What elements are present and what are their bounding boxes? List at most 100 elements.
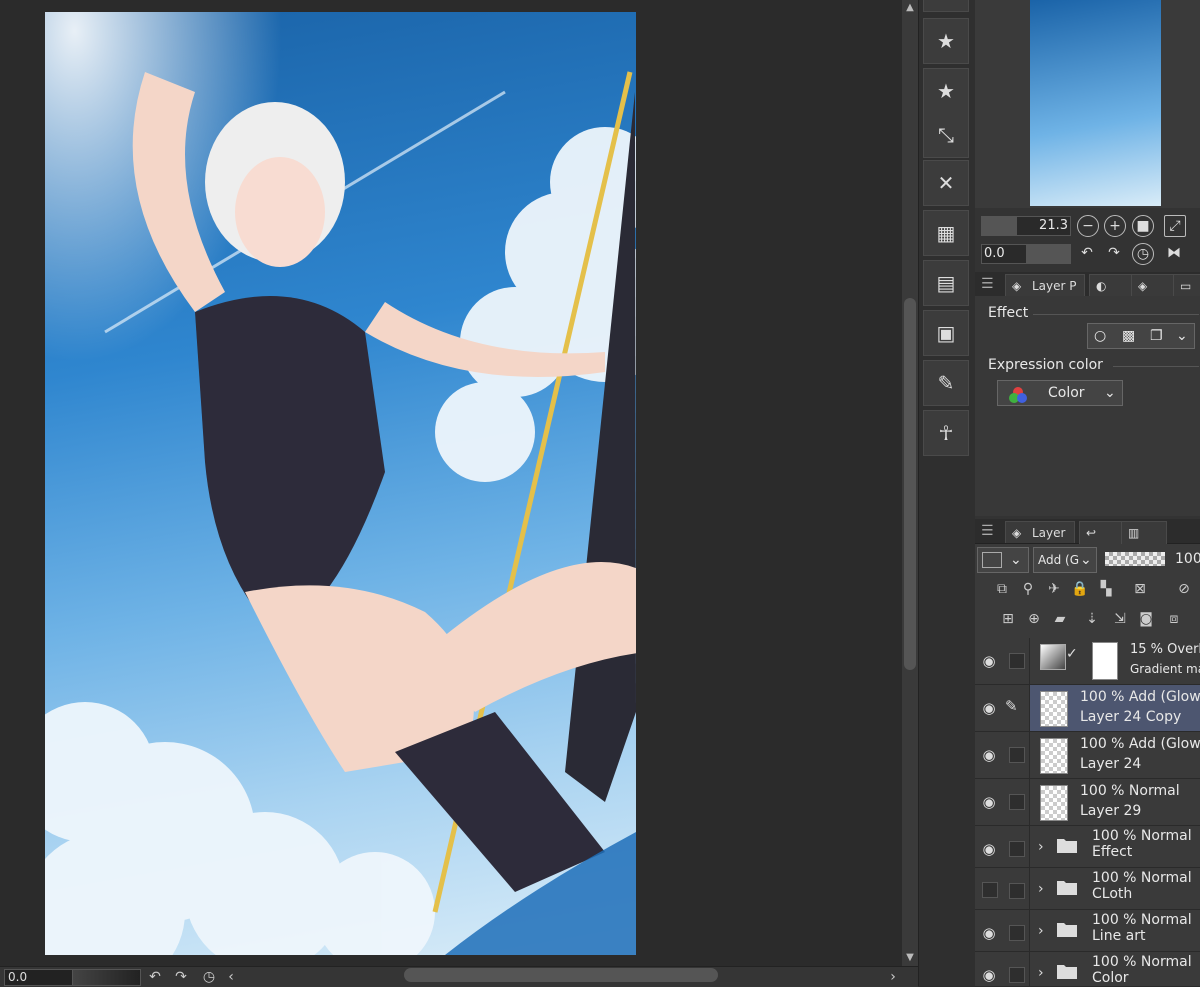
effect-selector[interactable]: ○ ▩ ❐ ⌄ bbox=[1087, 323, 1195, 349]
layer-info[interactable]: 100 % Normal Layer 29 bbox=[1029, 779, 1200, 825]
tool-button-top[interactable] bbox=[923, 0, 969, 12]
layer-select-checkbox[interactable] bbox=[1009, 883, 1025, 899]
reference-icon[interactable]: ⚲ bbox=[1019, 580, 1037, 598]
apply-mask-icon[interactable]: ⧈ bbox=[1165, 610, 1183, 628]
rotate-right-icon[interactable]: ↷ bbox=[172, 968, 190, 986]
scroll-right-icon[interactable]: › bbox=[884, 968, 902, 986]
canvas-rotation-slider[interactable] bbox=[72, 969, 141, 986]
lock-transparency-icon[interactable]: ▚ bbox=[1097, 580, 1115, 598]
rotate-left-icon[interactable]: ↶ bbox=[1077, 243, 1097, 263]
chevron-right-icon[interactable]: › bbox=[1038, 965, 1044, 981]
material-folder-button[interactable]: ★ ⤡ bbox=[923, 68, 969, 158]
rotate-left-icon[interactable]: ↶ bbox=[146, 968, 164, 986]
visibility-off-checkbox[interactable] bbox=[982, 882, 998, 898]
layer-row[interactable]: ◉ 100 % Add (Glow) Layer 24 bbox=[975, 732, 1200, 779]
new-folder-icon[interactable]: ▰ bbox=[1051, 610, 1069, 628]
layer-info[interactable]: › 100 % Normal Color bbox=[1029, 952, 1200, 986]
lock-icon[interactable]: 🔒 bbox=[1071, 580, 1089, 598]
expression-color-dropdown[interactable]: Color ⌄ bbox=[997, 380, 1123, 406]
new-vector-layer-icon[interactable]: ⊕ bbox=[1025, 610, 1043, 628]
reset-rotation-icon[interactable]: ◷ bbox=[1132, 243, 1154, 265]
chevron-right-icon[interactable]: › bbox=[1038, 839, 1044, 855]
canvas-area[interactable] bbox=[0, 0, 900, 966]
layer-folder-row[interactable]: ◉ › 100 % Normal Effect bbox=[975, 826, 1200, 868]
tab-tool-property[interactable]: ◈ bbox=[1131, 274, 1177, 297]
opacity-value[interactable]: 100 bbox=[1175, 551, 1200, 567]
vertical-scroll-thumb[interactable] bbox=[904, 298, 916, 670]
star-folder-icon[interactable]: ★ bbox=[923, 18, 969, 64]
transfer-down-icon[interactable]: ⇣ bbox=[1083, 610, 1101, 628]
eye-icon[interactable]: ◉ bbox=[979, 792, 999, 812]
figure-folder-icon[interactable]: ☥ bbox=[923, 410, 969, 456]
fit-icon[interactable]: ⤢ bbox=[1164, 215, 1186, 237]
flip-horizontal-icon[interactable]: ⧓ bbox=[1164, 243, 1184, 263]
ruler-disable-icon[interactable]: ⊘ bbox=[1175, 580, 1193, 598]
layer-info[interactable]: 100 % Add (Glow) Layer 24 bbox=[1029, 732, 1200, 778]
layer-select-checkbox[interactable] bbox=[1009, 841, 1025, 857]
layer-select-checkbox[interactable] bbox=[1009, 925, 1025, 941]
image-folder-icon[interactable]: ▣ bbox=[923, 310, 969, 356]
menu-icon[interactable]: ☰ bbox=[981, 522, 995, 540]
layer-info[interactable]: › 100 % Normal Effect bbox=[1029, 826, 1200, 867]
layer-info[interactable]: ✓ 15 % Overla Gradient map bbox=[1029, 638, 1200, 684]
rotation-slider[interactable]: 0.0 bbox=[981, 244, 1071, 264]
layer-folder-row[interactable]: ◉ › 100 % Normal Line art bbox=[975, 910, 1200, 952]
layer-row[interactable]: ◉ ✓ 15 % Overla Gradient map bbox=[975, 638, 1200, 685]
layer-row[interactable]: ◉ ✎ 100 % Add (Glow) Layer 24 Copy bbox=[975, 685, 1200, 732]
zoom-in-icon[interactable]: + bbox=[1104, 215, 1126, 237]
tab-more[interactable]: ▭ bbox=[1173, 274, 1200, 297]
blend-mode-dropdown[interactable]: Add (G ⌄ bbox=[1033, 547, 1097, 573]
eye-icon[interactable]: ◉ bbox=[979, 651, 999, 671]
tab-history[interactable]: ↩ bbox=[1079, 521, 1125, 544]
eye-icon[interactable]: ◉ bbox=[979, 745, 999, 765]
tab-animation[interactable]: ▥ bbox=[1121, 521, 1167, 544]
merge-down-icon[interactable]: ⇲ bbox=[1111, 610, 1129, 628]
reset-rotation-icon[interactable]: ◷ bbox=[200, 968, 218, 986]
scroll-down-icon[interactable]: ▼ bbox=[902, 950, 918, 966]
pattern-folder-icon[interactable]: ▦ bbox=[923, 210, 969, 256]
eye-icon[interactable]: ◉ bbox=[979, 698, 999, 718]
scroll-up-icon[interactable]: ▲ bbox=[902, 0, 918, 16]
zoom-slider[interactable]: 21.3 bbox=[981, 216, 1071, 236]
layer-folder-row[interactable]: ◉ › 100 % Normal Color bbox=[975, 952, 1200, 987]
menu-icon[interactable]: ☰ bbox=[981, 275, 995, 293]
draft-icon[interactable]: ✈ bbox=[1045, 580, 1063, 598]
pen-icon[interactable]: ✎ bbox=[1005, 697, 1018, 715]
blend-mode-value: Add (G bbox=[1038, 553, 1080, 567]
vertical-scrollbar[interactable]: ▲ ▼ bbox=[902, 0, 918, 966]
delete-folder-icon[interactable]: ✕ bbox=[923, 160, 969, 206]
new-raster-layer-icon[interactable]: ⊞ bbox=[999, 610, 1017, 628]
chevron-right-icon[interactable]: › bbox=[1038, 923, 1044, 939]
horizontal-scroll-thumb[interactable] bbox=[404, 968, 718, 982]
clip-icon[interactable]: ⧉ bbox=[993, 580, 1011, 598]
layer-folder-row[interactable]: › 100 % Normal CLoth bbox=[975, 868, 1200, 910]
layer-row[interactable]: ◉ 100 % Normal Layer 29 bbox=[975, 779, 1200, 826]
eye-icon[interactable]: ◉ bbox=[979, 923, 999, 943]
navigator-thumbnail[interactable] bbox=[1030, 0, 1161, 206]
layer-info[interactable]: › 100 % Normal CLoth bbox=[1029, 868, 1200, 909]
tab-sub-tool[interactable]: ◐ bbox=[1089, 274, 1135, 297]
edit-folder-icon[interactable]: ✎ bbox=[923, 360, 969, 406]
layer-select-checkbox[interactable] bbox=[1009, 967, 1025, 983]
layout-folder-icon[interactable]: ▤ bbox=[923, 260, 969, 306]
layer-info[interactable]: 100 % Add (Glow) Layer 24 Copy bbox=[1029, 685, 1200, 731]
tab-layer[interactable]: ◈ Layer bbox=[1005, 521, 1075, 543]
layer-info[interactable]: › 100 % Normal Line art bbox=[1029, 910, 1200, 951]
eye-icon[interactable]: ◉ bbox=[979, 839, 999, 859]
layer-color-dropdown[interactable]: ⌄ bbox=[977, 547, 1029, 573]
chevron-right-icon[interactable]: › bbox=[1038, 881, 1044, 897]
layer-mask-icon[interactable]: ◙ bbox=[1137, 610, 1155, 628]
layer-select-checkbox[interactable] bbox=[1009, 794, 1025, 810]
layer-select-checkbox[interactable] bbox=[1009, 747, 1025, 763]
zoom-out-icon[interactable]: − bbox=[1077, 215, 1099, 237]
artwork-canvas[interactable] bbox=[45, 12, 636, 955]
opacity-slider[interactable] bbox=[1105, 552, 1165, 566]
tab-layer-property[interactable]: ◈ Layer P bbox=[1005, 274, 1085, 296]
mask-disable-icon[interactable]: ⊠ bbox=[1131, 580, 1149, 598]
stop-icon[interactable]: ■ bbox=[1132, 215, 1154, 237]
canvas-rotation-field[interactable]: 0.0 bbox=[4, 969, 73, 986]
layer-select-checkbox[interactable] bbox=[1009, 653, 1025, 669]
scroll-left-icon[interactable]: ‹ bbox=[222, 968, 240, 986]
rotate-right-icon[interactable]: ↷ bbox=[1104, 243, 1124, 263]
eye-icon[interactable]: ◉ bbox=[979, 965, 999, 985]
